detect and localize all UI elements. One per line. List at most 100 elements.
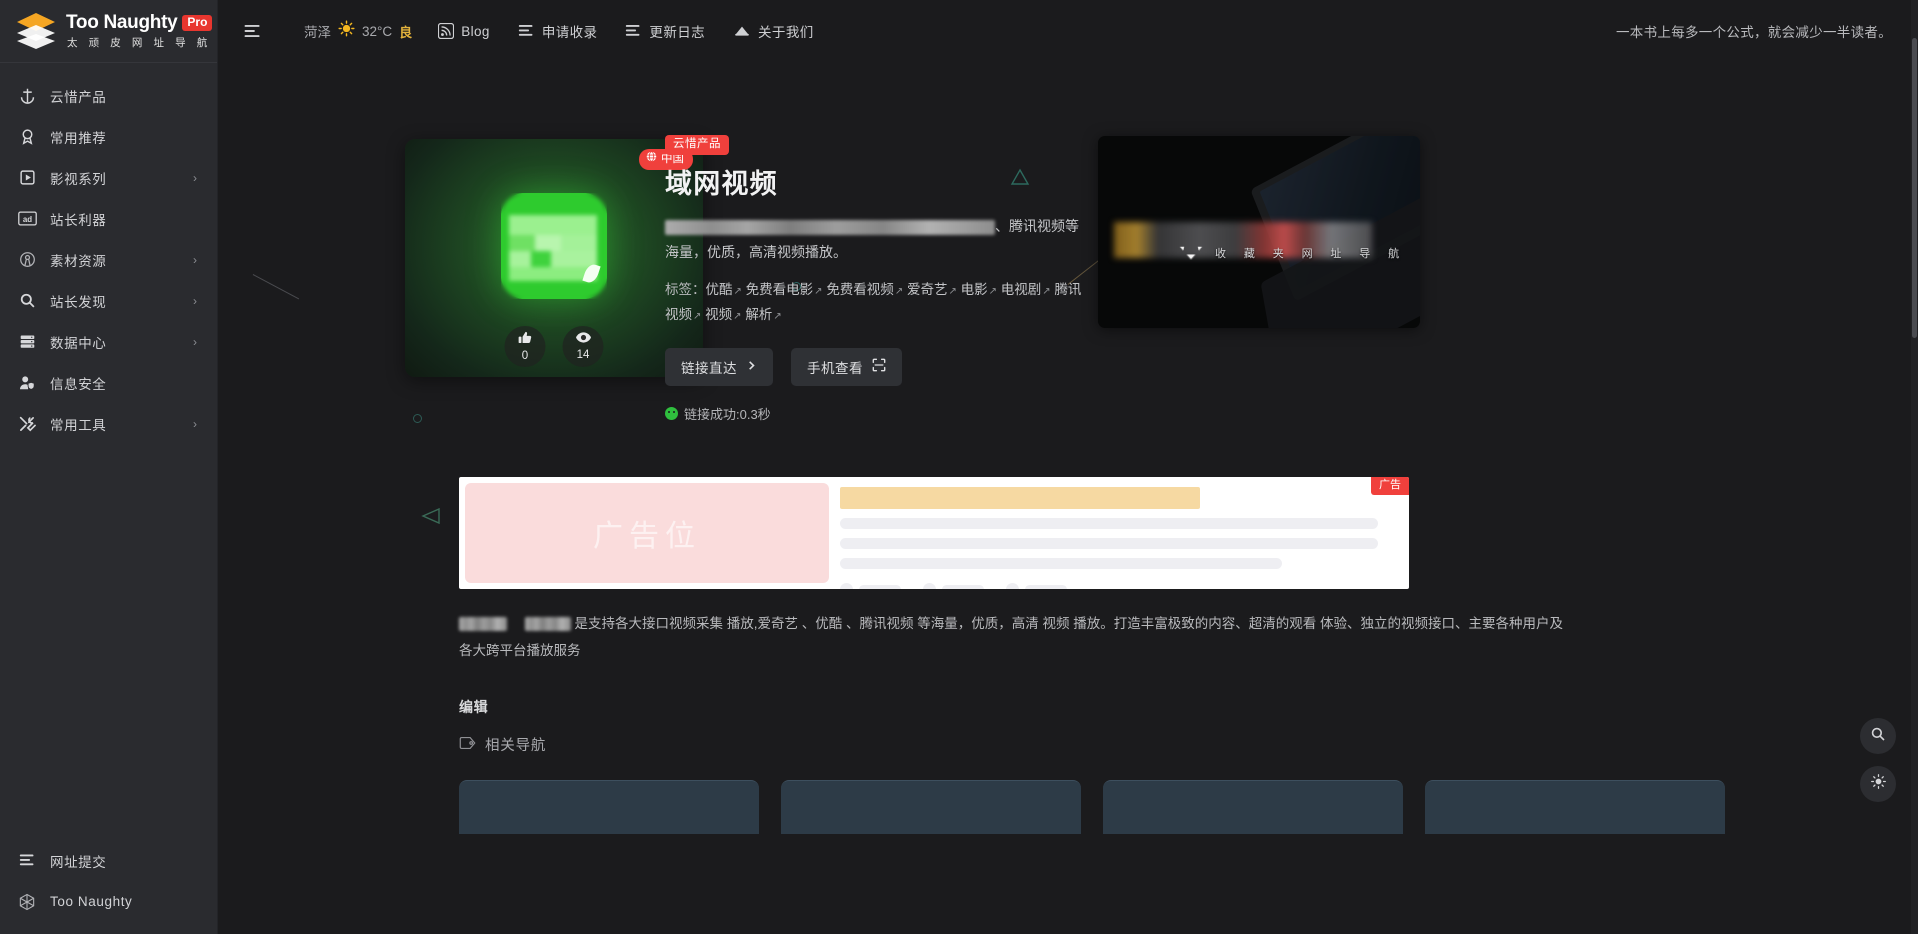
sidebar-item-webmaster-tools[interactable]: ad 站长利器: [0, 198, 217, 239]
external-link-icon: ↗: [988, 285, 998, 297]
qr-scan-icon: [872, 358, 886, 375]
like-count: 0: [521, 349, 529, 362]
related-card[interactable]: [1103, 780, 1403, 834]
tag-icon: [459, 736, 476, 754]
view-count: 14: [576, 348, 590, 361]
skeleton-meta-item: [1006, 583, 1067, 589]
link-status-text: 链接成功:0.3秒: [684, 406, 771, 422]
external-link-icon: ↗: [773, 310, 782, 322]
external-link-icon: ↗: [733, 310, 742, 322]
hexagon-icon: [16, 891, 38, 913]
sidebar-item-materials[interactable]: 素材资源 ›: [0, 239, 217, 280]
skeleton-line: [840, 538, 1378, 549]
site-thumbnail-card[interactable]: 中国 0 14: [405, 139, 703, 377]
sidebar-item-movies[interactable]: 影视系列 ›: [0, 157, 217, 198]
skeleton-title: [840, 487, 1200, 509]
tag-item[interactable]: 免费看电影: [746, 282, 814, 297]
sidebar-item-label: 影视系列: [50, 171, 107, 187]
related-card[interactable]: [1425, 780, 1725, 834]
sidebar-item-common-tools[interactable]: 常用工具 ›: [0, 403, 217, 444]
scrollbar-thumb[interactable]: [1912, 38, 1917, 338]
related-card[interactable]: [781, 780, 1081, 834]
main-content: 菏泽 32°C 良 Blog 申请收录 更新日志 关于我们 一本书上每多一个公式…: [218, 0, 1918, 934]
sidebar-item-label: 数据中心: [50, 335, 107, 351]
mobile-view-button[interactable]: 手机查看: [791, 347, 902, 386]
external-link-icon: ↗: [814, 285, 823, 297]
sidebar-footer: 网址提交 Too Naughty: [0, 840, 217, 934]
sidebar-item-security[interactable]: 信息安全: [0, 362, 217, 403]
globe-icon: [646, 151, 657, 167]
weather-widget[interactable]: 菏泽 32°C 良: [292, 14, 424, 48]
sidebar-item-cloud-products[interactable]: 云惜产品: [0, 75, 217, 116]
tag-item[interactable]: 优酷: [706, 282, 733, 297]
compass-icon: [16, 249, 38, 271]
tags-label: 标签：: [665, 281, 706, 297]
promo-banner[interactable]: 收 藏 夹 网 址 导 航: [1098, 136, 1420, 328]
sun-icon: [338, 20, 355, 42]
theme-fab[interactable]: [1860, 766, 1896, 802]
mobile-view-label: 手机查看: [807, 360, 863, 376]
related-cards-strip: [459, 780, 1918, 840]
medal-icon: [16, 126, 38, 148]
ad-placeholder: 广告位: [465, 483, 829, 583]
topnav-label: 关于我们: [758, 25, 814, 40]
sidebar-footer-submit-url[interactable]: 网址提交: [0, 840, 217, 881]
tag-item[interactable]: 免费看视频: [826, 282, 894, 297]
sidebar-footer-too-naughty[interactable]: Too Naughty: [0, 881, 217, 922]
brand-logo[interactable]: Too Naughty Pro 太 顽 皮 网 址 导 航: [0, 0, 217, 62]
topnav-label: 更新日志: [649, 25, 706, 40]
stacked-layers-icon: [16, 12, 58, 50]
site-description: 、腾讯视频等海量，优质，高清视频播放。: [665, 214, 1085, 266]
header-slogan: 一本书上每多一个公式，就会减少一半读者。: [1616, 25, 1892, 40]
sidebar-item-recommended[interactable]: 常用推荐: [0, 116, 217, 157]
thumbnail-stats: 0 14: [504, 326, 604, 367]
scrollbar-track[interactable]: [1911, 0, 1918, 934]
skeleton-line: [840, 558, 1282, 569]
cloud-icon: [733, 24, 751, 38]
rss-icon: [438, 23, 455, 39]
search-icon: [1870, 726, 1886, 747]
page-title: 域网视频: [665, 168, 778, 199]
edit-heading: 编辑: [459, 699, 489, 715]
view-counter[interactable]: 14: [562, 326, 604, 367]
sidebar-item-data-center[interactable]: 数据中心 ›: [0, 321, 217, 362]
long-description: 是支持各大接口视频采集 播放,爱奇艺 、优酷 、腾讯视频 等海量，优质，高清 视…: [459, 610, 1569, 664]
search-fab[interactable]: [1860, 718, 1896, 754]
redacted-text: [459, 617, 507, 632]
topnav-item-about[interactable]: 关于我们: [719, 15, 828, 47]
related-card[interactable]: [459, 780, 759, 834]
category-badge[interactable]: 云惜产品: [665, 135, 729, 155]
sidebar-item-label: 云惜产品: [50, 89, 107, 105]
external-link-icon: ↗: [948, 285, 957, 297]
sidebar-item-discover[interactable]: 站长发现 ›: [0, 280, 217, 321]
tools-icon: [16, 413, 38, 435]
tag-item[interactable]: 视频: [705, 307, 732, 322]
tag-item[interactable]: 电视剧: [1001, 282, 1042, 297]
ad-placeholder-label: 广告位: [593, 520, 701, 553]
direct-link-button[interactable]: 链接直达: [665, 347, 773, 386]
chevron-right-icon: ›: [193, 293, 197, 308]
skeleton-meta-row: [840, 583, 1401, 589]
sidebar-item-label: 常用推荐: [50, 130, 107, 146]
sidebar-item-label: 常用工具: [50, 417, 107, 433]
topnav-item-changelog[interactable]: 更新日志: [611, 15, 719, 47]
like-button[interactable]: 0: [504, 326, 546, 367]
svg-text:ad: ad: [22, 215, 31, 224]
topnav-item-submit[interactable]: 申请收录: [504, 15, 612, 47]
sidebar-footer-label: Too Naughty: [50, 894, 133, 909]
chevron-right-icon: ›: [193, 334, 197, 349]
sidebar: Too Naughty Pro 太 顽 皮 网 址 导 航 云惜产品 常用推荐: [0, 0, 218, 934]
decor-triangle-icon: [421, 507, 441, 530]
site-detail-section: 中国 0 14 云惜产品 域网视频 、腾讯视频等海量，优质，高清视频播放。 标签…: [218, 62, 1918, 482]
ad-banner[interactable]: 广告位 广告: [459, 477, 1409, 589]
tag-item[interactable]: 电影: [961, 282, 988, 297]
long-description-text: 是支持各大接口视频采集 播放,爱奇艺 、优酷 、腾讯视频 等海量，优质，高清 视…: [459, 616, 1564, 658]
topnav-item-blog[interactable]: Blog: [424, 17, 504, 45]
app-icon: [501, 193, 607, 300]
tag-item[interactable]: 解析: [745, 307, 772, 322]
weather-city: 菏泽: [304, 25, 331, 40]
hamburger-icon[interactable]: [240, 18, 266, 44]
promo-subtitle: 收 藏 夹 网 址 导 航: [1215, 248, 1407, 260]
tag-item[interactable]: 爱奇艺: [907, 282, 948, 297]
sidebar-divider: [0, 62, 217, 63]
